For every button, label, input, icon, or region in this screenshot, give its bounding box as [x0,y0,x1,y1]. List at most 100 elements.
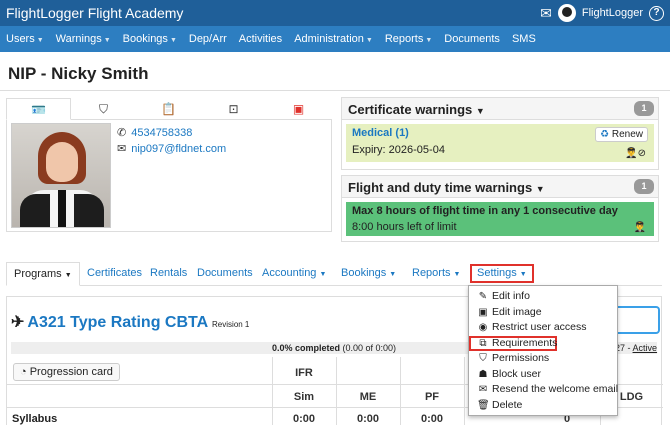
progression-card-button[interactable]: ◔ Progression card [13,363,120,381]
col-me: ME [359,391,377,403]
nav-dep-arr[interactable]: Dep/Arr [189,33,227,45]
caret-down-icon: ▼ [64,272,72,279]
nav-sms[interactable]: SMS [512,33,536,45]
email-row: ✉ nip097@fldnet.com [117,142,226,155]
image-icon: ▣ [478,306,488,318]
renew-button[interactable]: ♻ Renew [595,127,648,142]
syllabus-label: Syllabus [12,413,58,425]
gauge-icon: ◔ [20,366,27,378]
flight-limit-item: Max 8 hours of flight time in any 1 cons… [346,202,654,236]
caret-down-icon: ▼ [519,271,527,278]
progress-text: 0.0% completed [271,343,340,353]
envelope-icon[interactable]: ✉ [540,5,552,22]
tab-programs[interactable]: Programs ▼ [6,262,80,286]
status-box [618,306,660,334]
col-sim: Sim [293,391,315,403]
ifr-header: IFR [295,367,313,379]
divider [0,90,670,91]
caret-down-icon: ▼ [365,37,373,44]
certificate-warnings-panel: Certificate warnings ▼ 1 Medical (1) Exp… [341,97,659,170]
caret-down-icon: ▼ [453,271,461,278]
program-title[interactable]: ✈ A321 Type Rating CBTA Revision 1 [11,312,249,332]
caret-down-icon: ▼ [103,37,111,44]
syllabus-pf: 0:00 [420,413,444,425]
menu-edit-info[interactable]: ✎ Edit info [469,289,617,305]
tags-icon[interactable]: ⛉ [71,98,136,120]
caret-down-icon: ▼ [319,271,327,278]
menu-block-user[interactable]: ☗ Block user [469,367,617,383]
tab-settings[interactable]: Settings ▼ [470,264,534,283]
flight-duty-warnings-header[interactable]: Flight and duty time warnings ▼ 1 [342,176,658,198]
progress-detail: (0.00 of 0:00) [342,343,397,353]
page-title: NIP - Nicky Smith [8,64,149,83]
flight-duty-warnings-panel: Flight and duty time warnings ▼ 1 Max 8 … [341,175,659,242]
col-pf: PF [424,391,440,403]
shield-icon: ⛉ [479,353,487,364]
nav-warnings[interactable]: Warnings ▼ [56,33,111,45]
main-nav: Users ▼ Warnings ▼ Bookings ▼ Dep/Arr Activ… [0,26,670,52]
section-tabs: Programs ▼ Certificates Rentals Documents… [6,262,662,286]
user-name[interactable]: FlightLogger [582,7,643,19]
profile-photo [11,123,111,228]
email-link[interactable]: nip097@fldnet.com [131,143,226,155]
pencil-icon: ✎ [478,291,488,302]
menu-edit-image[interactable]: ▣ Edit image [469,305,617,321]
phone-icon: ✆ [117,127,127,139]
syllabus-sim: 0:00 [292,413,316,425]
tab-reports[interactable]: Reports ▼ [412,262,460,286]
certificate-warnings-header[interactable]: Certificate warnings ▼ 1 [342,98,658,120]
menu-requirements[interactable]: ⧉ Requirements [469,335,557,351]
caret-down-icon: ▼ [535,184,545,194]
tab-rentals[interactable]: Rentals [150,262,187,286]
id-card-icon[interactable]: 🪪 [6,98,71,120]
tab-documents[interactable]: Documents [197,262,253,286]
pilot-icon: 👨‍✈️⊘ [625,148,646,159]
user-badge-icon[interactable]: ⊡ [201,98,266,120]
status-active-link[interactable]: Active [633,343,658,353]
certificate-warning-item: Medical (1) Expiry: 2026-05-04 ♻ Renew 👨… [346,124,654,162]
caret-down-icon: ▼ [475,106,485,116]
caret-down-icon: ▼ [389,271,397,278]
grid-divider [464,357,465,425]
syllabus-me: 0:00 [356,413,380,425]
app-brand[interactable]: FlightLogger Flight Academy [6,5,183,21]
help-icon[interactable]: ? [649,5,664,21]
profile-panel: ✆ 4534758338 ✉ nip097@fldnet.com [6,120,332,232]
menu-delete[interactable]: 🗑 Delete [469,398,617,414]
menu-permissions[interactable]: ⛉ Permissions [469,351,617,367]
nav-activities[interactable]: Activities [239,33,282,45]
caret-down-icon: ▼ [169,37,177,44]
tab-certificates[interactable]: Certificates [87,262,142,286]
count-badge: 1 [634,179,654,194]
phone-link[interactable]: 4534758338 [131,127,192,139]
trash-icon: 🗑 [477,399,490,411]
user-avatar[interactable] [557,4,576,22]
id-card-warning-icon[interactable]: ▣ [266,98,331,120]
pilot-icon: 👨‍✈️ [633,222,646,233]
tab-bookings[interactable]: Bookings ▼ [341,262,396,286]
nav-bookings[interactable]: Bookings ▼ [123,33,177,45]
count-badge: 1 [634,101,654,116]
nav-reports[interactable]: Reports ▼ [385,33,432,45]
clipboard-icon[interactable]: 📋 [136,98,201,120]
eye-icon: ◉ [478,322,488,333]
settings-menu: ✎ Edit info ▣ Edit image ◉ Restrict user ac… [468,285,618,416]
user-lock-icon: ☗ [478,368,488,380]
nav-administration[interactable]: Administration ▼ [294,33,373,45]
phone-row: ✆ 4534758338 [117,126,192,139]
expiry-text: Expiry: 2026-05-04 [352,144,445,156]
nav-documents[interactable]: Documents [444,33,500,45]
caret-down-icon: ▼ [425,37,433,44]
menu-resend-welcome[interactable]: ✉ Resend the welcome email [469,382,618,398]
airplane-icon: ✈ [11,314,25,331]
recycle-icon: ♻ [600,129,610,140]
top-bar: FlightLogger Flight Academy ✉ FlightLogg… [0,0,670,26]
tab-accounting[interactable]: Accounting ▼ [262,262,326,286]
copy-icon: ⧉ [479,337,487,349]
limit-title: Max 8 hours of flight time in any 1 cons… [352,205,618,217]
envelope-icon: ✉ [478,384,488,395]
top-right: ✉ FlightLogger ? [540,4,664,22]
menu-restrict-access[interactable]: ◉ Restrict user access [469,320,617,336]
nav-users[interactable]: Users ▼ [6,33,44,45]
program-status: 27 - Active [615,343,658,353]
